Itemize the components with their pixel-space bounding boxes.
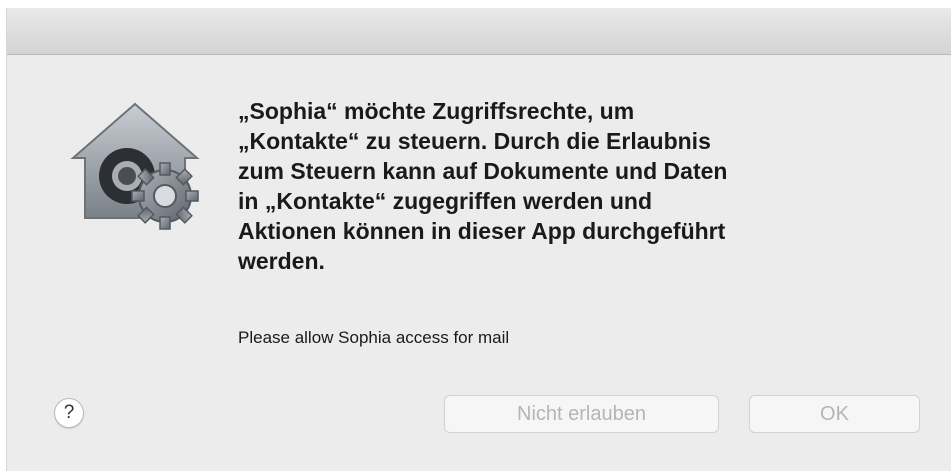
- security-house-gear-icon: [70, 102, 200, 230]
- dialog-info-text: Please allow Sophia access for mail: [238, 328, 510, 347]
- title-bar[interactable]: [7, 8, 951, 55]
- help-button[interactable]: ?: [54, 398, 84, 428]
- ok-button[interactable]: OK: [749, 395, 920, 433]
- deny-button[interactable]: Nicht erlauben: [444, 395, 719, 433]
- dialog-message: „Sophia“ möchte Zugriffsrechte, um „Kont…: [238, 98, 728, 274]
- permission-dialog: „Sophia“ möchte Zugriffsrechte, um „Kont…: [6, 8, 951, 471]
